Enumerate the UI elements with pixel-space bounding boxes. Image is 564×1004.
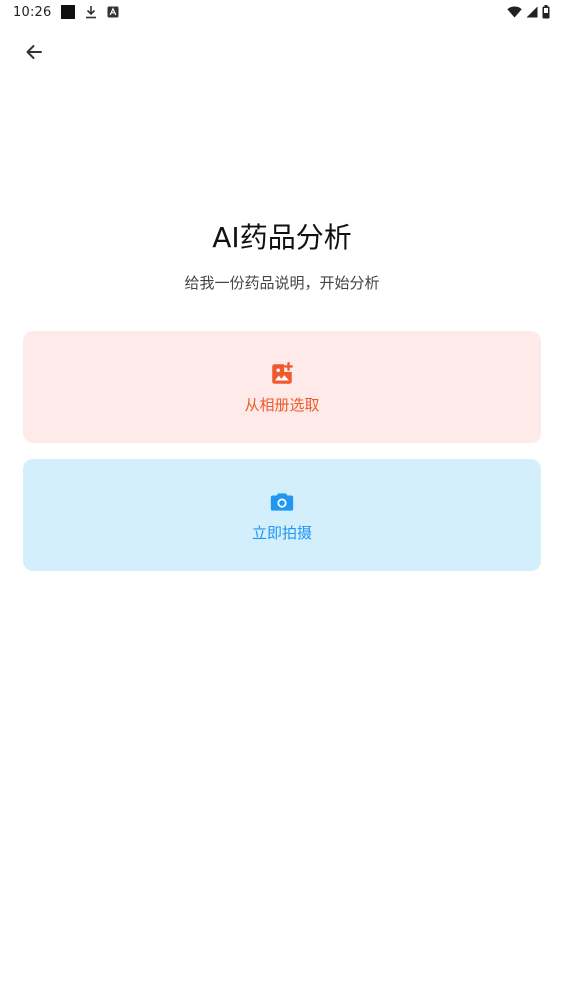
keyboard-a-icon [107,6,119,18]
notification-square-icon [61,5,76,19]
wifi-icon [507,6,522,18]
camera-icon [268,488,296,516]
pick-from-album-label: 从相册选取 [244,395,320,414]
take-photo-label: 立即拍摄 [251,523,312,542]
arrow-left-icon [24,42,44,62]
take-photo-button[interactable]: 立即拍摄 [23,459,541,571]
status-time: 10:26 [13,4,52,20]
status-bar-right [507,5,550,19]
signal-icon [526,6,538,18]
battery-icon [542,5,550,19]
status-bar: 10:26 [0,0,564,24]
status-bar-left: 10:26 [13,5,119,20]
page-subtitle: 给我一份药品说明，开始分析 [184,274,380,292]
page-title: AI药品分析 [212,221,352,254]
back-button[interactable] [20,38,48,66]
pick-from-album-button[interactable]: 从相册选取 [23,331,541,443]
download-icon [85,5,97,19]
add-photo-icon [268,360,296,388]
